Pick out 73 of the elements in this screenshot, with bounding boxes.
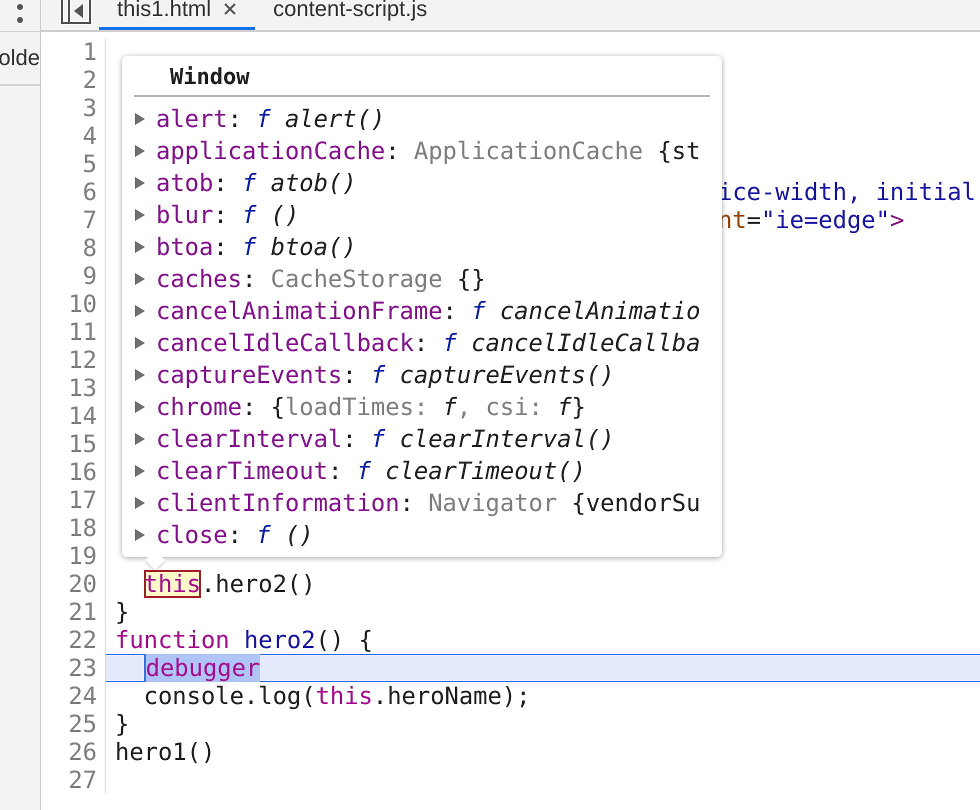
code-token: debugger xyxy=(144,654,260,682)
code-token: hero1() xyxy=(115,738,216,766)
expand-triangle-icon[interactable] xyxy=(134,464,146,478)
line-number: 24 xyxy=(41,682,106,710)
line-number: 7 xyxy=(41,206,106,234)
property-row[interactable]: alert: f alert() xyxy=(134,103,710,135)
line-number: 18 xyxy=(41,514,106,542)
line-number: 5 xyxy=(41,150,106,178)
more-icon[interactable] xyxy=(16,4,24,26)
code-token: > xyxy=(890,206,904,234)
property-row[interactable]: applicationCache: ApplicationCache {st xyxy=(134,135,710,167)
line-number: 9 xyxy=(41,262,106,290)
line-number: 8 xyxy=(41,234,106,262)
property-row[interactable]: captureEvents: f captureEvents() xyxy=(134,359,710,391)
expand-triangle-icon[interactable] xyxy=(134,528,146,542)
line-number: 17 xyxy=(41,486,106,514)
expand-triangle-icon[interactable] xyxy=(134,336,146,350)
code-token: () { xyxy=(316,626,373,654)
code-token: .heroName); xyxy=(372,682,530,710)
expand-triangle-icon[interactable] xyxy=(134,240,146,254)
code-token: .hero2() xyxy=(200,570,316,598)
line-number: 3 xyxy=(41,94,106,122)
property-row[interactable]: blur: f () xyxy=(134,199,710,231)
expand-triangle-icon[interactable] xyxy=(134,272,146,286)
expand-triangle-icon[interactable] xyxy=(134,304,146,318)
property-row[interactable]: cancelIdleCallback: f cancelIdleCallba xyxy=(134,327,710,359)
expand-triangle-icon[interactable] xyxy=(134,368,146,382)
line-number: 21 xyxy=(41,598,106,626)
property-row[interactable]: cancelAnimationFrame: f cancelAnimatio xyxy=(134,295,710,327)
code-token: function xyxy=(115,626,231,654)
line-number: 12 xyxy=(41,346,106,374)
code-token: hero2 xyxy=(244,626,316,654)
code-token: } xyxy=(115,710,130,738)
line-number: 11 xyxy=(41,318,106,346)
property-row[interactable]: clearInterval: f clearInterval() xyxy=(134,423,710,455)
code-token: this xyxy=(144,570,201,598)
code-token: = xyxy=(746,206,761,234)
line-number: 4 xyxy=(41,122,106,150)
code-token: this xyxy=(316,682,373,710)
line-number: 13 xyxy=(41,374,106,402)
line-number: 1 xyxy=(41,38,106,66)
close-icon[interactable] xyxy=(223,2,238,16)
line-number: 10 xyxy=(41,290,106,318)
line-number: 14 xyxy=(41,402,106,430)
property-row[interactable]: caches: CacheStorage {} xyxy=(134,263,710,295)
line-number: 15 xyxy=(41,430,106,458)
property-row[interactable]: btoa: f btoa() xyxy=(134,231,710,263)
line-number: 27 xyxy=(41,766,106,794)
line-number: 16 xyxy=(41,458,106,486)
expand-triangle-icon[interactable] xyxy=(134,144,146,158)
expand-triangle-icon[interactable] xyxy=(134,496,146,510)
property-row[interactable]: chrome: {loadTimes: f, csi: f} xyxy=(134,391,710,423)
code-token: } xyxy=(115,598,130,626)
expand-triangle-icon[interactable] xyxy=(134,432,146,446)
property-row[interactable]: atob: f atob() xyxy=(134,167,710,199)
expand-triangle-icon[interactable] xyxy=(134,208,146,222)
line-number: 20 xyxy=(41,570,106,598)
expand-triangle-icon[interactable] xyxy=(134,112,146,126)
line-number: 6 xyxy=(41,178,106,206)
line-number: 19 xyxy=(41,542,106,570)
line-number: 2 xyxy=(41,66,106,94)
code-token: "ie=edge" xyxy=(760,206,890,234)
code-token: console.log( xyxy=(144,682,316,710)
expand-triangle-icon[interactable] xyxy=(134,400,146,414)
property-row[interactable]: close: f () xyxy=(134,519,710,551)
property-row[interactable]: clearTimeout: f clearTimeout() xyxy=(134,455,710,487)
property-row[interactable]: clientInformation: Navigator {vendorSu xyxy=(134,487,710,519)
code-token: ice-width, initial xyxy=(718,178,976,206)
sidebar-toggle-icon[interactable] xyxy=(61,0,91,24)
line-number: 25 xyxy=(41,710,106,738)
expand-triangle-icon[interactable] xyxy=(134,176,146,190)
line-number: 23 xyxy=(41,654,106,682)
line-number: 26 xyxy=(41,738,106,766)
